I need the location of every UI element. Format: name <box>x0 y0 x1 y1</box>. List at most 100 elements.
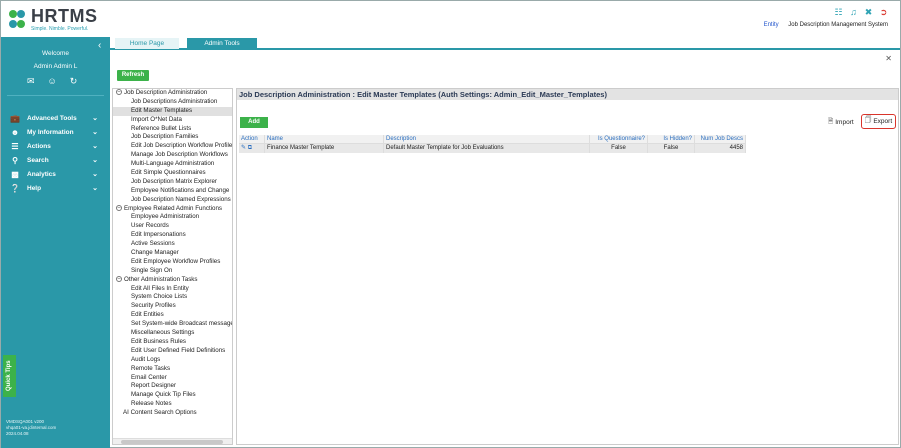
sidebar-item-my-information[interactable]: ☻ My Information ⌄ <box>1 125 110 139</box>
bell-icon[interactable]: ♫ <box>849 8 858 17</box>
tree-group[interactable]: – Employee Related Admin Functions <box>113 205 232 214</box>
sidebar-item-label: Actions <box>27 142 51 150</box>
table-header: Action Name Description Is Questionnaire… <box>239 135 746 144</box>
edit-icon[interactable]: ✎ <box>241 145 246 151</box>
cell-is-questionnaire: False <box>590 144 648 153</box>
tree-item[interactable]: Employee Notifications and Change <box>113 187 232 196</box>
close-icon[interactable]: ✕ <box>885 54 892 63</box>
import-icon: 🗎 <box>828 118 834 125</box>
tree-item[interactable]: Manage Job Description Workflows <box>113 151 232 160</box>
column-header[interactable]: Is Hidden? <box>648 135 695 143</box>
export-button[interactable]: 🗍 Export <box>861 114 896 129</box>
import-button[interactable]: 🗎 Import <box>828 117 854 128</box>
tab-home-page[interactable]: Home Page <box>115 38 179 49</box>
tree-item[interactable]: Manage Quick Tip Files <box>113 391 232 400</box>
tree-item[interactable]: Job Descriptions Administration <box>113 98 232 107</box>
tree-item[interactable]: Audit Logs <box>113 356 232 365</box>
column-header[interactable]: Is Questionnaire? <box>590 135 648 143</box>
column-header[interactable]: Name <box>265 135 384 143</box>
tree-item[interactable]: Edit Simple Questionnaires <box>113 169 232 178</box>
tree-item[interactable]: Active Sessions <box>113 240 232 249</box>
tree-horizontal-scrollbar[interactable] <box>113 438 232 444</box>
tree-item[interactable]: System Choice Lists <box>113 293 232 302</box>
sidebar-divider <box>7 95 104 96</box>
tree-item[interactable]: Reference Bullet Lists <box>113 125 232 134</box>
tree-item[interactable]: Single Sign On <box>113 267 232 276</box>
logout-icon[interactable]: ➲ <box>879 8 888 17</box>
table-row[interactable]: ✎ ⧉ Finance Master Template Default Mast… <box>239 144 746 153</box>
column-header[interactable]: Action <box>239 135 265 143</box>
tree-group[interactable]: – Job Description Administration <box>113 89 232 98</box>
chevron-down-icon: ⌄ <box>92 185 98 192</box>
tree-item[interactable]: Edit User Defined Field Definitions <box>113 347 232 356</box>
copy-icon[interactable]: ⧉ <box>248 145 252 151</box>
users-icon[interactable]: ☺ <box>48 76 57 87</box>
tree-item-selected[interactable]: Edit Master Templates <box>113 106 232 116</box>
tree-group-label: Other Administration Tasks <box>124 275 198 283</box>
quick-tips-button[interactable]: Quick Tips <box>3 355 16 397</box>
sidebar-menu: 💼 Advanced Tools ⌄ ☻ My Information ⌄ ☰ … <box>1 111 110 195</box>
tree-item[interactable]: User Records <box>113 222 232 231</box>
sidebar-item-label: Analytics <box>27 170 56 178</box>
tree-item[interactable]: Set System-wide Broadcast message <box>113 320 232 329</box>
tree-item[interactable]: Job Description Families <box>113 133 232 142</box>
column-header[interactable]: Description <box>384 135 590 143</box>
tree-item[interactable]: Edit Entities <box>113 311 232 320</box>
tools-icon[interactable]: ✖ <box>864 8 873 17</box>
tree-item[interactable]: Edit Business Rules <box>113 338 232 347</box>
tree-item[interactable]: Job Description Named Expressions <box>113 196 232 205</box>
logo-tagline: Simple. Nimble. Powerful. <box>31 26 89 32</box>
tree-item[interactable]: Edit All Files In Entity <box>113 285 232 294</box>
tree-item[interactable]: Edit Employee Workflow Profiles <box>113 258 232 267</box>
tree-item[interactable]: Edit Impersonations <box>113 231 232 240</box>
tree-group[interactable]: – Other Administration Tasks <box>113 276 232 285</box>
tree-item[interactable]: Import O*Net Data <box>113 116 232 125</box>
refresh-icon[interactable]: ↻ <box>70 76 78 87</box>
sidebar-item-advanced-tools[interactable]: 💼 Advanced Tools ⌄ <box>1 111 110 125</box>
hrtms-logo[interactable]: HRTMS Simple. Nimble. Powerful. <box>5 5 97 33</box>
tree-item[interactable]: Report Designer <box>113 382 232 391</box>
tree-group-label: Job Description Administration <box>124 89 208 96</box>
sidebar-item-actions[interactable]: ☰ Actions ⌄ <box>1 139 110 153</box>
refresh-button[interactable]: Refresh <box>117 70 149 81</box>
tree-item[interactable]: Multi-Language Administration <box>113 160 232 169</box>
tab-admin-tools[interactable]: Admin Tools <box>187 38 257 49</box>
tree-item[interactable]: Security Profiles <box>113 302 232 311</box>
main-panel: Job Description Administration : Edit Ma… <box>236 88 899 445</box>
admin-tree: – Job Description Administration Job Desc… <box>112 88 233 445</box>
tree-group-label: Employee Related Admin Functions <box>124 204 223 212</box>
sidebar-item-help[interactable]: ❔ Help ⌄ <box>1 181 110 195</box>
scrollbar-thumb[interactable] <box>121 440 223 444</box>
sidebar: ‹ Welcome Admin Admin L ✉ ☺ ↻ 💼 Advanced… <box>1 37 110 448</box>
tree-item[interactable]: Remote Tasks <box>113 365 232 374</box>
chevron-down-icon: ⌄ <box>92 171 98 178</box>
tree-item[interactable]: AI Content Search Options <box>113 409 232 418</box>
sidebar-item-analytics[interactable]: ▩ Analytics ⌄ <box>1 167 110 181</box>
sidebar-quick-icons: ✉ ☺ ↻ <box>27 76 77 87</box>
tree-item[interactable]: Edit Job Description Workflow Profiles <box>113 142 232 151</box>
sitemap-icon[interactable]: ☷ <box>834 8 843 17</box>
add-button[interactable]: Add <box>240 117 268 128</box>
collapse-toggle-icon[interactable]: – <box>116 276 122 283</box>
mail-icon[interactable]: ✉ <box>27 76 35 87</box>
collapse-toggle-icon[interactable]: – <box>116 204 122 211</box>
tree-item[interactable]: Job Description Matrix Explorer <box>113 178 232 187</box>
chevron-down-icon: ⌄ <box>92 115 98 122</box>
entity-link[interactable]: Entity <box>764 22 779 28</box>
sidebar-item-search[interactable]: ⚲ Search ⌄ <box>1 153 110 167</box>
tree-item[interactable]: Release Notes <box>113 400 232 409</box>
tree-item[interactable]: Miscellaneous Settings <box>113 329 232 338</box>
templates-table: Action Name Description Is Questionnaire… <box>239 135 746 153</box>
collapse-toggle-icon[interactable]: – <box>116 89 122 96</box>
server-info: VMDSQA001 v200 vhqa01-va.jdinternal.com … <box>6 419 56 437</box>
tree-item[interactable]: Change Manager <box>113 249 232 258</box>
cell-description: Default Master Template for Job Evaluati… <box>384 144 590 153</box>
column-header[interactable]: Num Job Descs <box>695 135 746 143</box>
sidebar-item-label: Search <box>27 156 49 164</box>
row-actions: ✎ ⧉ <box>239 144 265 153</box>
search-icon: ⚲ <box>12 155 18 165</box>
tree-item[interactable]: Employee Administration <box>113 213 232 222</box>
chevron-down-icon: ⌄ <box>92 143 98 150</box>
entity-info: Entity Job Description Management System <box>764 22 888 28</box>
tree-item[interactable]: Email Center <box>113 374 232 383</box>
